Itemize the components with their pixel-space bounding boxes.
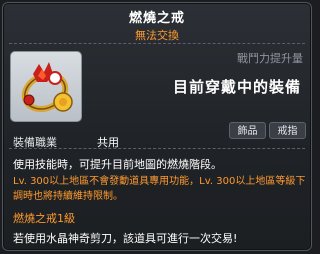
trade-status: 無法交換	[135, 29, 179, 42]
item-name: 燃燒之戒	[128, 11, 185, 26]
description: 使用技能時，可提升目前地圖的燃燒階段。	[13, 158, 222, 171]
tag-ring: 戒指	[269, 122, 306, 139]
restriction-text: Lv. 300以上地區不會發動道具專用功能，Lv. 300以上地區等級下調時也將…	[13, 176, 306, 202]
flame-ring-icon	[21, 62, 73, 113]
power-label: 戰鬥力提升量	[237, 52, 303, 65]
item-level: 燃燒之戒1級	[13, 212, 75, 225]
divider	[9, 43, 305, 44]
scissors-note: 若使用水晶神奇剪刀，該道具可進行一次交易!	[13, 232, 238, 245]
tag-accessory: 飾品	[229, 122, 266, 139]
divider	[9, 148, 305, 149]
power-text: 目前穿戴中的裝備	[172, 78, 301, 96]
item-icon-frame	[10, 51, 82, 122]
item-tooltip: 燃燒之戒 無法交換 戰鬥力提升量 目前穿戴中的裝備 飾品 戒指 裝備職業 共用 …	[2, 2, 312, 251]
